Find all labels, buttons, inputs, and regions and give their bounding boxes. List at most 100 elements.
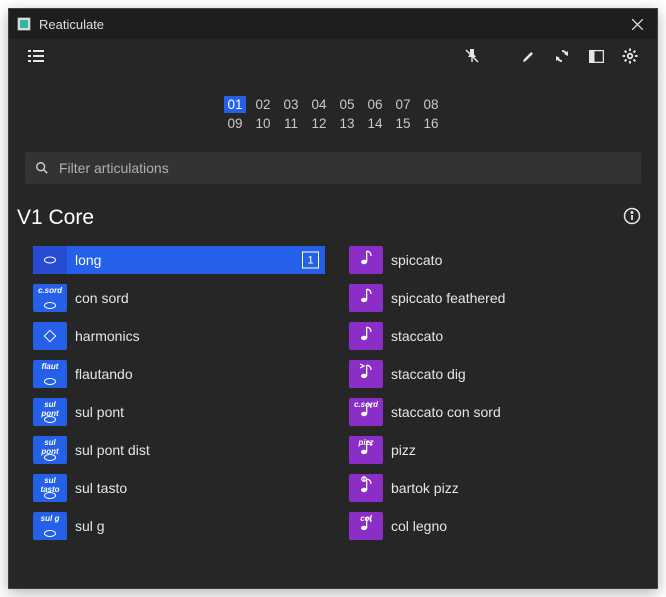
channel-03[interactable]: 03 <box>280 96 302 113</box>
whole-icon <box>44 530 56 537</box>
articulation-label: con sord <box>75 290 129 306</box>
channel-07[interactable]: 07 <box>392 96 414 113</box>
channel-11[interactable]: 11 <box>280 115 302 132</box>
whole-icon <box>44 416 56 423</box>
articulation-column-right: spiccato spiccato feathered staccato stacca… <box>349 246 641 550</box>
articulation-columns: long1 c.sord con sord harmonics flaut flautan… <box>9 232 657 570</box>
articulation-badge <box>349 474 383 502</box>
articulation-label: spiccato feathered <box>391 290 505 306</box>
sync-button[interactable] <box>549 43 575 69</box>
badge-label: sul g <box>36 514 64 523</box>
articulation-label: sul g <box>75 518 105 534</box>
articulation-badge: sul g <box>33 512 67 540</box>
articulation-sul-pont-dist[interactable]: sul pont sul pont dist <box>33 436 325 464</box>
channel-15[interactable]: 15 <box>392 115 414 132</box>
articulation-badge: flaut <box>33 360 67 388</box>
search-icon <box>35 161 49 175</box>
articulation-label: spiccato <box>391 252 442 268</box>
sidebar-icon <box>589 50 604 63</box>
pencil-icon <box>521 49 536 64</box>
articulation-staccato-dig[interactable]: staccato dig <box>349 360 641 388</box>
articulation-label: staccato dig <box>391 366 466 382</box>
dock-button[interactable] <box>583 43 609 69</box>
sync-icon <box>554 48 570 64</box>
whole-icon <box>44 378 56 385</box>
eighth-icon <box>359 514 373 537</box>
section-header: V1 Core <box>17 206 641 230</box>
channel-13[interactable]: 13 <box>336 115 358 132</box>
section-title: V1 Core <box>17 206 623 230</box>
channel-09[interactable]: 09 <box>224 115 246 132</box>
channel-grid: 01 02 03 04 05 06 07 08 09 10 11 12 13 14 15 16 <box>9 96 657 134</box>
channel-05[interactable]: 05 <box>336 96 358 113</box>
articulation-sul-pont[interactable]: sul pontsul pont <box>33 398 325 426</box>
articulation-label: sul tasto <box>75 480 127 496</box>
channel-08[interactable]: 08 <box>420 96 442 113</box>
articulation-badge: sul pont <box>33 398 67 426</box>
channel-row: 09 10 11 12 13 14 15 16 <box>224 115 442 132</box>
feather-icon <box>359 286 373 309</box>
articulation-label: flautando <box>75 366 133 382</box>
title-bar: Reaticulate <box>9 9 657 39</box>
close-icon <box>632 19 643 30</box>
articulation-badge: col <box>349 512 383 540</box>
eighth-icon <box>359 400 373 423</box>
whole-icon <box>44 454 56 461</box>
articulation-staccato-con-sord[interactable]: c.sord staccato con sord <box>349 398 641 426</box>
whole-icon <box>44 302 56 309</box>
articulation-badge <box>349 360 383 388</box>
search-placeholder: Filter articulations <box>59 160 169 176</box>
articulation-badge <box>349 246 383 274</box>
articulation-con-sord[interactable]: c.sord con sord <box>33 284 325 312</box>
articulation-badge: sul tasto <box>33 474 67 502</box>
articulation-label: sul pont dist <box>75 442 150 458</box>
settings-button[interactable] <box>617 43 643 69</box>
pin-button[interactable] <box>459 43 485 69</box>
channel-02[interactable]: 02 <box>252 96 274 113</box>
articulation-col-legno[interactable]: colcol legno <box>349 512 641 540</box>
whole-icon <box>44 257 56 264</box>
articulation-column-left: long1 c.sord con sord harmonics flaut flautan… <box>33 246 325 550</box>
info-button[interactable] <box>623 207 641 230</box>
close-button[interactable] <box>617 9 657 39</box>
channel-01[interactable]: 01 <box>224 96 246 113</box>
articulation-label: pizz <box>391 442 416 458</box>
eighth-icon <box>359 438 373 461</box>
articulation-harmonics[interactable]: harmonics <box>33 322 325 350</box>
articulation-label: harmonics <box>75 328 140 344</box>
articulation-flautando[interactable]: flaut flautando <box>33 360 325 388</box>
whole-icon <box>44 492 56 499</box>
articulation-label: staccato con sord <box>391 404 501 420</box>
articulation-badge: c.sord <box>33 284 67 312</box>
channel-14[interactable]: 14 <box>364 115 386 132</box>
channel-12[interactable]: 12 <box>308 115 330 132</box>
edit-button[interactable] <box>515 43 541 69</box>
articulation-badge: pizz <box>349 436 383 464</box>
channel-06[interactable]: 06 <box>364 96 386 113</box>
channel-16[interactable]: 16 <box>420 115 442 132</box>
app-title: Reaticulate <box>39 17 104 32</box>
articulation-label: long <box>75 252 101 268</box>
articulation-sul-tasto[interactable]: sul tasto sul tasto <box>33 474 325 502</box>
app-icon <box>17 17 31 31</box>
search-input[interactable]: Filter articulations <box>25 152 641 184</box>
articulation-pizz[interactable]: pizz pizz <box>349 436 641 464</box>
articulation-badge <box>349 322 383 350</box>
articulation-staccato[interactable]: staccato <box>349 322 641 350</box>
channel-row: 01 02 03 04 05 06 07 08 <box>224 96 442 113</box>
channel-04[interactable]: 04 <box>308 96 330 113</box>
channel-10[interactable]: 10 <box>252 115 274 132</box>
articulation-long[interactable]: long1 <box>33 246 325 274</box>
articulation-spiccato-feathered[interactable]: spiccato feathered <box>349 284 641 312</box>
articulation-spiccato[interactable]: spiccato <box>349 246 641 274</box>
articulation-badge <box>33 322 67 350</box>
articulation-badge: c.sord <box>349 398 383 426</box>
articulation-badge <box>349 284 383 312</box>
articulation-label: bartok pizz <box>391 480 459 496</box>
articulation-sul-g[interactable]: sul g sul g <box>33 512 325 540</box>
articulation-bartok-pizz[interactable]: bartok pizz <box>349 474 641 502</box>
menu-button[interactable] <box>23 43 49 69</box>
articulation-badge: sul pont <box>33 436 67 464</box>
badge-label: c.sord <box>36 286 64 295</box>
info-icon <box>623 207 641 225</box>
